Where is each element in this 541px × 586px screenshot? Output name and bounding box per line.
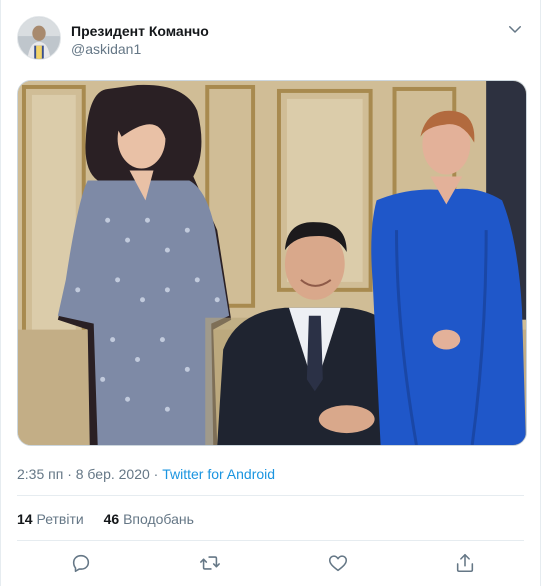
- likes-stat[interactable]: 46 Вподобань: [104, 511, 194, 527]
- tweet-stats: 14 Ретвіти 46 Вподобань: [17, 511, 210, 527]
- reply-icon[interactable]: [68, 550, 94, 576]
- share-icon[interactable]: [452, 550, 478, 576]
- retweets-count: 14: [17, 511, 33, 527]
- chevron-down-icon[interactable]: [506, 20, 524, 38]
- author-name[interactable]: Президент Команчо: [71, 23, 209, 39]
- heart-icon[interactable]: [325, 550, 351, 576]
- tweet-source-link[interactable]: Twitter for Android: [162, 466, 275, 482]
- retweets-label: Ретвіти: [36, 511, 84, 527]
- avatar[interactable]: [17, 16, 61, 60]
- retweets-stat[interactable]: 14 Ретвіти: [17, 511, 84, 527]
- tweet-actions: [1, 550, 540, 578]
- tweet-header: Президент Команчо @askidan1: [17, 16, 526, 62]
- divider-top: [17, 495, 524, 496]
- tweet-card: Президент Команчо @askidan1 2:35 пп · 8 …: [0, 0, 541, 586]
- author-handle[interactable]: @askidan1: [71, 41, 141, 57]
- likes-label: Вподобань: [123, 511, 194, 527]
- tweet-timestamp-line: 2:35 пп · 8 бер. 2020 · Twitter for Andr…: [17, 466, 275, 482]
- tweet-timestamp[interactable]: 2:35 пп · 8 бер. 2020: [17, 466, 150, 482]
- divider-bottom: [17, 540, 524, 541]
- likes-count: 46: [103, 511, 120, 527]
- retweet-icon[interactable]: [197, 550, 223, 576]
- meta-separator: ·: [149, 466, 163, 482]
- tweet-photo[interactable]: [17, 80, 527, 446]
